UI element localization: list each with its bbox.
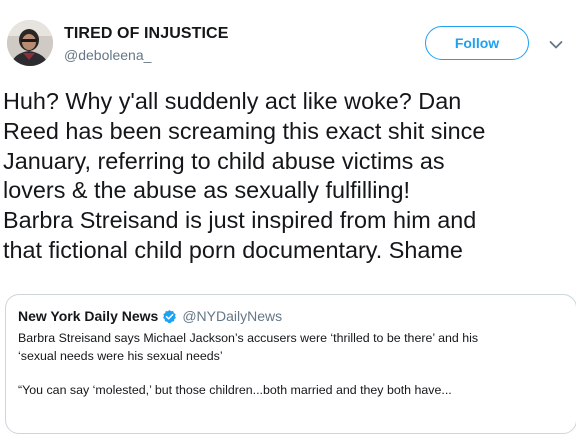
chevron-down-icon[interactable] — [549, 37, 563, 49]
author-name[interactable]: TIRED OF INJUSTICE — [64, 25, 228, 43]
follow-button-label: Follow — [454, 35, 500, 51]
quoted-author-name: New York Daily News — [18, 308, 159, 324]
quoted-tweet-header: New York Daily News @NYDailyNews — [18, 308, 282, 324]
tweet-card: TIRED OF INJUSTICE @deboleena_ Follow Hu… — [0, 0, 576, 434]
quoted-author-handle: @NYDailyNews — [182, 308, 283, 324]
tweet-text-line: lovers & the abuse as sexually fulfillin… — [3, 177, 410, 204]
quoted-tweet-text: Barbra Streisand says Michael Jackson’s … — [18, 330, 478, 400]
tweet-text-line: that fictional child porn documentary. S… — [3, 236, 463, 263]
author-avatar[interactable] — [7, 20, 53, 66]
tweet-text-line: Reed has been screaming this exact shit … — [3, 117, 486, 144]
quoted-text-line: Barbra Streisand says Michael Jackson’s … — [18, 331, 479, 345]
quoted-text-excerpt: “You can say ‘molested,’ but those child… — [18, 383, 452, 397]
tweet-text-line: Huh? Why y'all suddenly act like woke? D… — [3, 88, 462, 114]
tweet-text: Huh? Why y'all suddenly act like woke? D… — [3, 87, 573, 266]
verified-badge-icon — [162, 309, 177, 324]
profile-photo-icon — [7, 20, 53, 66]
quoted-tweet[interactable]: New York Daily News @NYDailyNews Barbra … — [5, 294, 576, 434]
quoted-text-line: ‘sexual needs were his sexual needs’ — [18, 348, 223, 363]
author-handle[interactable]: @deboleena_ — [64, 47, 151, 63]
follow-button[interactable]: Follow — [425, 26, 529, 60]
tweet-text-line: January, referring to child abuse victim… — [3, 147, 445, 174]
tweet-text-line: Barbra Streisand is just inspired from h… — [3, 207, 477, 234]
